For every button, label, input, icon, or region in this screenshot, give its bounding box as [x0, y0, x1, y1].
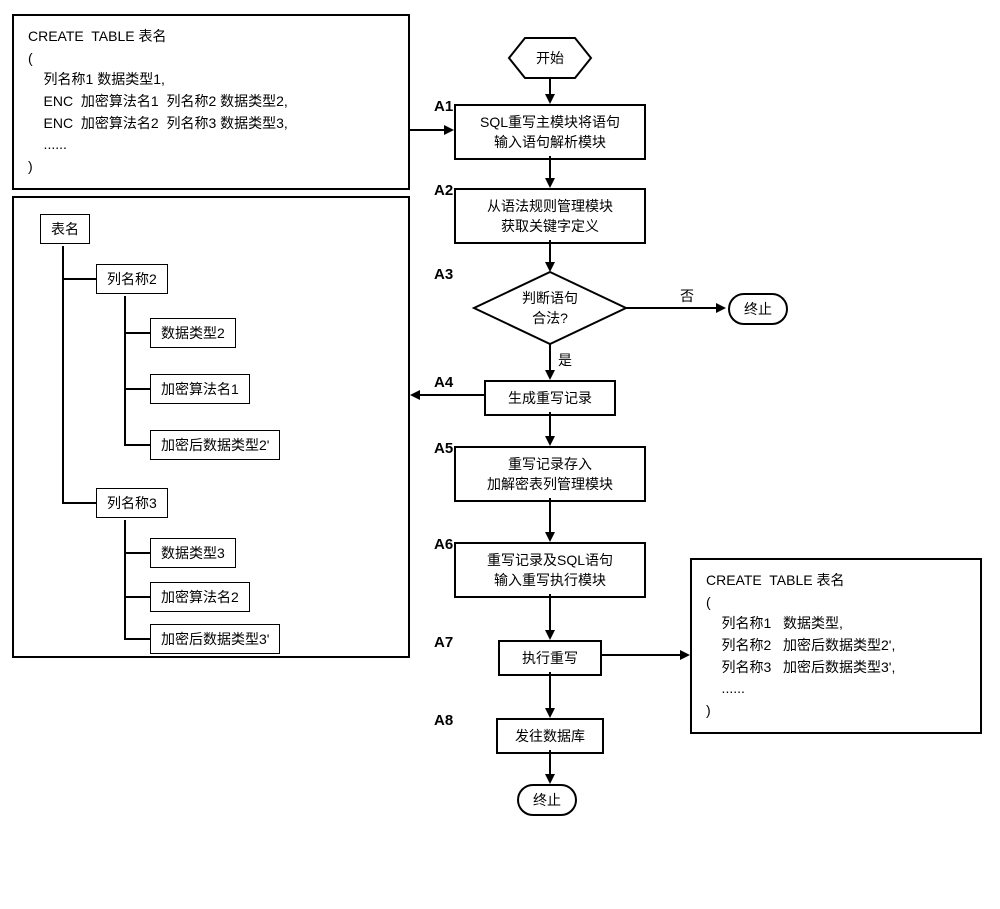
tree-col3-alg: 加密算法名2 [150, 582, 250, 612]
code-out-l6: ...... [706, 678, 966, 700]
a6-line1: 重写记录及SQL语句 [487, 550, 613, 570]
label-a5: A5 [434, 440, 453, 457]
tree-box: 表名 列名称2 数据类型2 加密算法名1 加密后数据类型2' 列名称3 数据类型… [12, 196, 410, 658]
arrow-a8-end [545, 750, 555, 784]
a1-line1: SQL重写主模块将语句 [480, 112, 620, 132]
flow-start: 开始 [509, 38, 591, 78]
code-in-l3: 列名称1 数据类型1, [28, 69, 394, 91]
code-out-l7: ) [706, 700, 966, 722]
step-a5: 重写记录存入 加解密表列管理模块 [454, 446, 646, 502]
step-a4: 生成重写记录 [484, 380, 616, 416]
tree-line-col2-dt-h [124, 332, 150, 334]
arrow-a2-a3 [545, 240, 555, 272]
label-a6: A6 [434, 536, 453, 553]
label-a2: A2 [434, 182, 453, 199]
terminate-bottom-label: 终止 [533, 792, 561, 808]
code-out-l1: CREATE TABLE 表名 [706, 570, 966, 592]
a7-text: 执行重写 [522, 648, 578, 668]
a6-line2: 输入重写执行模块 [494, 570, 606, 590]
a5-line2: 加解密表列管理模块 [487, 474, 613, 494]
arrow-start-a1 [545, 78, 555, 104]
arrow-a7-codeout [602, 650, 690, 660]
arrow-a3-a4 [545, 344, 555, 380]
terminate-right: 终止 [728, 293, 788, 325]
label-a1: A1 [434, 98, 453, 115]
decision-a3: 判断语句 合法? [474, 272, 626, 344]
tree-line-col3-dt-h [124, 552, 150, 554]
step-a7: 执行重写 [498, 640, 602, 676]
tree-line-col2-v [124, 296, 126, 446]
code-output-box: CREATE TABLE 表名 ( 列名称1 数据类型, 列名称2 加密后数据类… [690, 558, 982, 734]
code-in-l5: ENC 加密算法名2 列名称3 数据类型3, [28, 113, 394, 135]
code-input-box: CREATE TABLE 表名 ( 列名称1 数据类型1, ENC 加密算法名1… [12, 14, 410, 190]
tree-col2-enc: 加密后数据类型2' [150, 430, 280, 460]
tree-col3-dt: 数据类型3 [150, 538, 236, 568]
a3-line2: 合法? [522, 308, 578, 328]
a8-text: 发往数据库 [515, 726, 585, 746]
arrow-a4-a5 [545, 412, 555, 446]
tree-line-col2-alg-h [124, 388, 150, 390]
tree-col2: 列名称2 [96, 264, 168, 294]
arrow-a4-tree [410, 390, 484, 400]
a2-line1: 从语法规则管理模块 [487, 196, 613, 216]
flow-start-label: 开始 [536, 48, 564, 68]
label-a3: A3 [434, 266, 453, 283]
a4-text: 生成重写记录 [508, 388, 592, 408]
code-out-l2: ( [706, 592, 966, 614]
code-out-l4: 列名称2 加密后数据类型2', [706, 635, 966, 657]
tree-line-col2-enc-h [124, 444, 150, 446]
a3-yes: 是 [558, 350, 572, 370]
code-in-l2: ( [28, 48, 394, 70]
tree-line-col3-enc-h [124, 638, 150, 640]
tree-line-root-v [62, 246, 64, 504]
code-in-l4: ENC 加密算法名1 列名称2 数据类型2, [28, 91, 394, 113]
tree-root: 表名 [40, 214, 90, 244]
arrow-a5-a6 [545, 498, 555, 542]
tree-line-col3-alg-h [124, 596, 150, 598]
step-a6: 重写记录及SQL语句 输入重写执行模块 [454, 542, 646, 598]
arrow-codein-a1 [410, 125, 454, 135]
label-a7: A7 [434, 634, 453, 651]
code-in-l6: ...... [28, 134, 394, 156]
arrow-a3-no [626, 303, 726, 313]
arrow-a6-a7 [545, 594, 555, 640]
step-a1: SQL重写主模块将语句 输入语句解析模块 [454, 104, 646, 160]
arrow-a7-a8 [545, 672, 555, 718]
terminate-right-label: 终止 [744, 301, 772, 317]
terminate-bottom: 终止 [517, 784, 577, 816]
arrow-a1-a2 [545, 156, 555, 188]
code-out-l3: 列名称1 数据类型, [706, 613, 966, 635]
a2-line2: 获取关键字定义 [501, 216, 599, 236]
code-in-l1: CREATE TABLE 表名 [28, 26, 394, 48]
label-a4: A4 [434, 374, 453, 391]
tree-col2-alg: 加密算法名1 [150, 374, 250, 404]
tree-col3-enc: 加密后数据类型3' [150, 624, 280, 654]
step-a8: 发往数据库 [496, 718, 604, 754]
a1-line2: 输入语句解析模块 [494, 132, 606, 152]
step-a2: 从语法规则管理模块 获取关键字定义 [454, 188, 646, 244]
tree-col3: 列名称3 [96, 488, 168, 518]
label-a8: A8 [434, 712, 453, 729]
tree-line-col3-h [62, 502, 96, 504]
tree-col2-dt: 数据类型2 [150, 318, 236, 348]
a3-line1: 判断语句 [522, 288, 578, 308]
code-out-l5: 列名称3 加密后数据类型3', [706, 657, 966, 679]
a5-line1: 重写记录存入 [508, 454, 592, 474]
code-in-l7: ) [28, 156, 394, 178]
tree-line-col2-h [62, 278, 96, 280]
tree-line-col3-v [124, 520, 126, 640]
